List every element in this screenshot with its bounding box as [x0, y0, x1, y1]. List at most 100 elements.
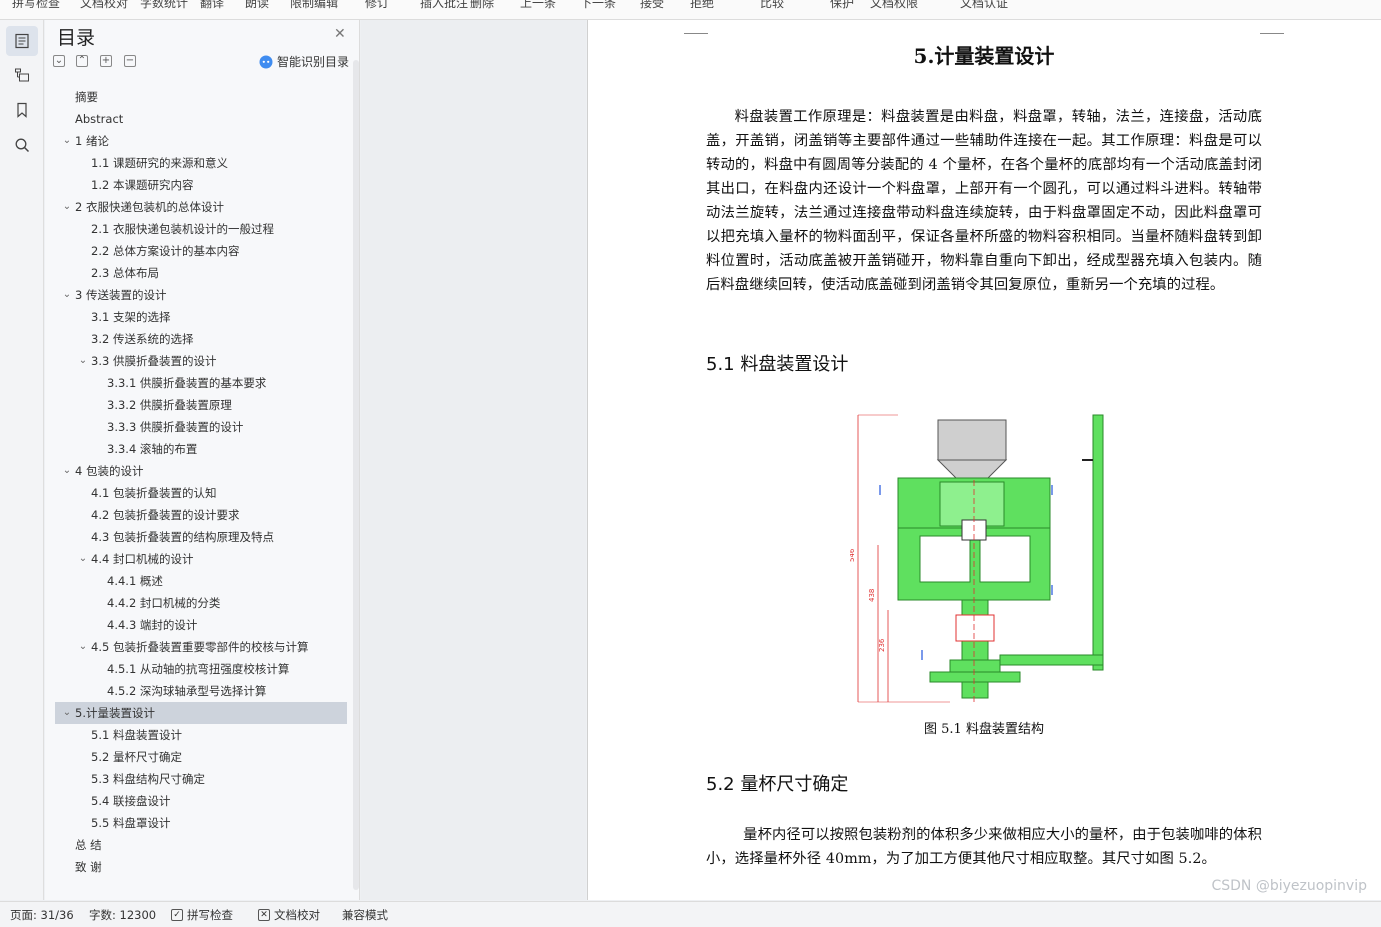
toc-item[interactable]: 3.3.1 供膜折叠装置的基本要求: [55, 372, 347, 394]
review-toolbar: 拼写检查 文档校对 字数统计 翻译 朗读 限制编辑 修订 插入批注 删除 上一条 下一条 接受 拒绝 比较…: [0, 0, 1381, 20]
toc-item[interactable]: 4.5.2 深沟球轴承型号选择计算: [55, 680, 347, 702]
add-heading-icon[interactable]: +: [100, 55, 112, 67]
toc-item[interactable]: 5.1 料盘装置设计: [55, 724, 347, 746]
toc-item[interactable]: 4.2 包装折叠装置的设计要求: [55, 504, 347, 526]
toc-item[interactable]: ⌄ 1 绪论: [55, 130, 347, 152]
toc-item-label: 5.计量装置设计: [75, 706, 155, 720]
toc-item[interactable]: ⌄ 5.计量装置设计: [55, 702, 347, 724]
toc-item-label: 1.2 本课题研究内容: [91, 178, 194, 192]
toolbar-item[interactable]: 拒绝: [690, 0, 714, 11]
toc-item[interactable]: 4.4.2 封口机械的分类: [55, 592, 347, 614]
proofread-button[interactable]: ✕ 文档校对: [258, 907, 320, 923]
toc-item[interactable]: ⌄ 4.4 封口机械的设计: [55, 548, 347, 570]
chevron-down-icon[interactable]: ⌄: [77, 636, 89, 658]
toc-item[interactable]: 5.2 量杯尺寸确定: [55, 746, 347, 768]
toc-item[interactable]: 3.3.3 供膜折叠装置的设计: [55, 416, 347, 438]
toc-item-label: 2.2 总体方案设计的基本内容: [91, 244, 240, 258]
toc-scrollbar[interactable]: [353, 60, 359, 890]
toc-item[interactable]: 总 结: [55, 834, 347, 856]
spell-check-button[interactable]: ✓ 拼写检查: [171, 907, 233, 923]
toc-item-label: 1.1 课题研究的来源和意义: [91, 156, 228, 170]
watermark: CSDN @biyezuopinvip: [1211, 878, 1367, 894]
bookmark-icon[interactable]: [6, 95, 38, 125]
toc-item[interactable]: 5.3 料盘结构尺寸确定: [55, 768, 347, 790]
toc-item-label: 5.4 联接盘设计: [91, 794, 171, 808]
toc-item[interactable]: 5.4 联接盘设计: [55, 790, 347, 812]
toc-item[interactable]: 4.5.1 从动轴的抗弯扭强度校核计算: [55, 658, 347, 680]
close-icon[interactable]: ✕: [334, 26, 346, 42]
toolbar-item[interactable]: 字数统计: [140, 0, 188, 11]
status-bar: 页面: 31/36 字数: 12300 ✓ 拼写检查 ✕ 文档校对 兼容模式: [0, 901, 1381, 927]
toolbar-item[interactable]: 文档权限: [870, 0, 918, 11]
toc-item[interactable]: 1.2 本课题研究内容: [55, 174, 347, 196]
toc-item[interactable]: 2.3 总体布局: [55, 262, 347, 284]
toc-item-label: 3.3.4 滚轴的布置: [107, 442, 198, 456]
toc-item[interactable]: ⌄ 3 传送装置的设计: [55, 284, 347, 306]
toc-item-label: 3.2 传送系统的选择: [91, 332, 194, 346]
smart-toc-label: 智能识别目录: [277, 55, 350, 69]
toolbar-item[interactable]: 上一条: [520, 0, 556, 11]
toc-item-label: 3.3.2 供膜折叠装置原理: [107, 398, 232, 412]
toc-item[interactable]: 4.4.1 概述: [55, 570, 347, 592]
toolbar-item[interactable]: 修订: [365, 0, 389, 11]
paragraph: 量杯内径可以按照包装粉剂的体积多少来做相应大小的量杯，由于包装咖啡的体积小，选择…: [706, 827, 1262, 867]
toolbar-item[interactable]: 删除: [470, 0, 494, 11]
toc-item[interactable]: ⌄ 4 包装的设计: [55, 460, 347, 482]
chevron-down-icon[interactable]: ⌄: [77, 350, 89, 372]
navigation-icon[interactable]: [6, 60, 38, 90]
toolbar-item[interactable]: 插入批注: [420, 0, 468, 11]
remove-heading-icon[interactable]: −: [124, 55, 136, 67]
feeder-tray-drawing: 546 438 236: [848, 410, 1110, 710]
expand-up-icon[interactable]: ⌃: [76, 55, 88, 67]
toc-item[interactable]: 4.3 包装折叠装置的结构原理及特点: [55, 526, 347, 548]
page-counter[interactable]: 页面: 31/36: [10, 907, 74, 923]
toolbar-item[interactable]: 翻译: [200, 0, 224, 11]
toolbar-item[interactable]: 比较: [760, 0, 784, 11]
search-icon[interactable]: [6, 130, 38, 160]
toolbar-item[interactable]: 朗读: [245, 0, 269, 11]
toc-item[interactable]: ⌄ 2 衣服快递包装机的总体设计: [55, 196, 347, 218]
toc-item[interactable]: 摘要: [55, 86, 347, 108]
toc-item[interactable]: 4.1 包装折叠装置的认知: [55, 482, 347, 504]
dimension-label-lower: 236: [878, 638, 886, 652]
toolbar-item[interactable]: 文档校对: [80, 0, 128, 11]
chevron-down-icon[interactable]: ⌄: [61, 284, 73, 306]
chevron-down-icon[interactable]: ⌄: [61, 196, 73, 218]
smart-toc-button[interactable]: 智能识别目录: [259, 53, 349, 70]
toc-item[interactable]: 4.4.3 端封的设计: [55, 614, 347, 636]
toc-item[interactable]: 2.1 衣服快递包装机设计的一般过程: [55, 218, 347, 240]
toc-item[interactable]: ⌄ 4.5 包装折叠装置重要零部件的校核与计算: [55, 636, 347, 658]
toc-item[interactable]: 5.5 料盘罩设计: [55, 812, 347, 834]
toc-item[interactable]: 3.3.2 供膜折叠装置原理: [55, 394, 347, 416]
toc-item[interactable]: Abstract: [55, 108, 347, 130]
toolbar-item[interactable]: 拼写检查: [12, 0, 60, 11]
toolbar-item[interactable]: 下一条: [580, 0, 616, 11]
toc-item-label: 4.4.1 概述: [107, 574, 163, 588]
section-heading: 5.1 料盘装置设计: [706, 354, 849, 375]
document-page[interactable]: 5.计量装置设计 料盘装置工作原理是：料盘装置是由料盘，料盘罩，转轴，法兰，连接…: [587, 20, 1381, 900]
chevron-down-icon[interactable]: ⌄: [61, 702, 73, 724]
collapse-all-icon[interactable]: ⌄: [53, 55, 65, 67]
toc-item[interactable]: 3.2 传送系统的选择: [55, 328, 347, 350]
toc-item[interactable]: 致 谢: [55, 856, 347, 878]
toolbar-item[interactable]: 接受: [640, 0, 664, 11]
check-icon: ✓: [171, 909, 183, 921]
toc-item[interactable]: ⌄ 3.3 供膜折叠装置的设计: [55, 350, 347, 372]
toc-item[interactable]: 3.1 支架的选择: [55, 306, 347, 328]
toolbar-item[interactable]: 限制编辑: [290, 0, 338, 11]
toc-item[interactable]: 3.3.4 滚轴的布置: [55, 438, 347, 460]
chevron-down-icon[interactable]: ⌄: [61, 460, 73, 482]
chevron-down-icon[interactable]: ⌄: [77, 548, 89, 570]
dimension-label-total: 546: [850, 548, 856, 562]
toc-item[interactable]: 2.2 总体方案设计的基本内容: [55, 240, 347, 262]
outline-icon[interactable]: [6, 26, 38, 56]
crop-mark: [684, 22, 708, 34]
crop-mark: [1260, 22, 1284, 34]
toolbar-item[interactable]: 保护: [830, 0, 854, 11]
section-heading: 5.2 量杯尺寸确定: [706, 774, 849, 795]
toc-item-label: 3.3.1 供膜折叠装置的基本要求: [107, 376, 267, 390]
chevron-down-icon[interactable]: ⌄: [61, 130, 73, 152]
word-count[interactable]: 字数: 12300: [89, 907, 156, 923]
toolbar-item[interactable]: 文档认证: [960, 0, 1008, 11]
toc-item[interactable]: 1.1 课题研究的来源和意义: [55, 152, 347, 174]
